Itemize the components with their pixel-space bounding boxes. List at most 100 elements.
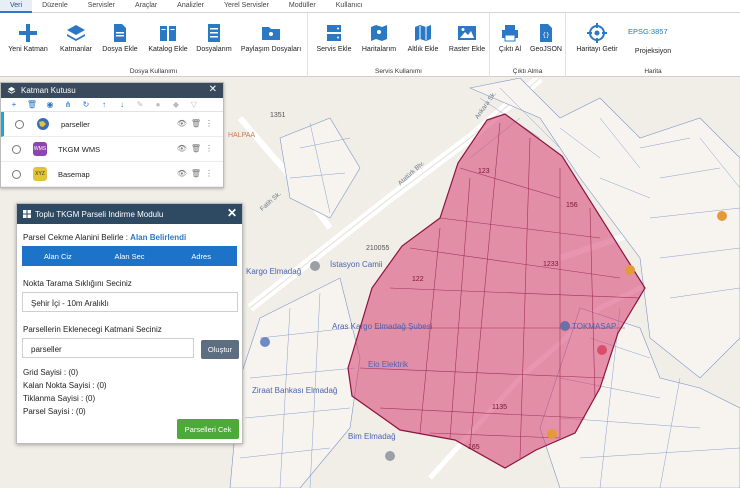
layer-select-radio[interactable] [15,120,24,129]
add-basemap-label: Altlık Ekle [407,46,439,53]
ribbon-toolbar: Yeni Katman Katmanlar Dosya Ekle Katalog… [0,13,740,77]
shared-folder-icon [262,27,280,40]
layer-actions[interactable]: 👁🗑⋮ [177,169,217,178]
tab-duzenle[interactable]: Düzenle [32,0,78,13]
map-label-156: 156 [566,202,578,209]
tab-yerel-servisler[interactable]: Yerel Servisler [214,0,279,13]
wms-icon: WMS [33,142,47,156]
group-harita: Haritayı Getir EPSG:3857 Projeksiyon Har… [566,13,740,77]
server-icon [327,25,341,41]
scan-frequency-select[interactable]: Şehir İçi - 10m Aralıklı [22,292,238,312]
add-layer-icon[interactable]: + [5,100,23,109]
shared-files-button[interactable]: Paylaşım Dosyaları [238,23,304,63]
my-maps-button[interactable]: Haritalarım [358,23,400,63]
map-label-ziraat: Ziraat Bankası Elmadağ [252,386,338,395]
print-label: Çıktı Al [498,46,522,53]
tab-kullanici[interactable]: Kullanıcı [326,0,373,13]
fetch-parcels-button[interactable]: Parselleri Cek [177,419,239,439]
refresh-icon[interactable]: ↻ [77,100,95,109]
print-button[interactable]: Çıktı Al [494,23,526,63]
move-down-icon[interactable]: ↓ [113,100,131,109]
target-layer-select[interactable]: parseller [22,338,194,358]
layer-box-header[interactable]: Katman Kutusu ✕ [1,83,223,98]
geojson-button[interactable]: {} GeoJSON [528,23,564,63]
area-label: Parsel Cekme Alanini Belirle : [23,233,128,242]
map-label-kargo: Kargo Elmadağ [246,267,302,276]
add-file-button[interactable]: Dosya Ekle [98,23,142,63]
add-service-label: Servis Ekle [316,46,352,53]
address-button[interactable]: Adres [165,246,237,266]
poi-orange [625,265,635,275]
move-up-icon[interactable]: ↑ [95,100,113,109]
map-pin-icon [371,25,387,41]
layers-button[interactable]: Katmanlar [54,23,98,63]
new-layer-button[interactable]: Yeni Katman [6,23,50,63]
add-catalog-label: Katalog Ekle [148,46,188,53]
layer-select-radio[interactable] [12,145,21,154]
layer-row-parseller[interactable]: parseller 👁🗑⋮ [1,112,223,137]
add-catalog-button[interactable]: Katalog Ekle [144,23,192,63]
my-files-button[interactable]: Dosyalarım [192,23,236,63]
layer-row-basemap[interactable]: XYZ Basemap 👁🗑⋮ [1,162,223,187]
remaining-points-count: Kalan Nokta Sayisi : (0) [23,381,107,390]
map-label-210055: 210055 [366,245,390,252]
layer-box-title: Katman Kutusu [21,86,76,95]
add-service-button[interactable]: Servis Ekle [314,23,354,63]
edit-icon[interactable]: ✎ [131,100,149,109]
crosshair-icon [587,23,607,43]
fetch-map-label: Haritayı Getir [576,46,618,53]
share-icon[interactable]: ⋔ [59,100,77,109]
projection-label: Projeksiyon [634,48,672,55]
group-dosya-label: Dosya Kullanımı [129,68,178,75]
group-cikti-label: Çıktı Alma [512,68,543,75]
grid-count: Grid Sayisi : (0) [23,368,79,377]
tab-servisler[interactable]: Servisler [78,0,125,13]
my-maps-label: Haritalarım [361,46,397,53]
tab-veri[interactable]: Veri [0,0,33,13]
projection-button[interactable]: Projeksiyon [628,37,678,63]
style-icon[interactable]: ● [149,100,167,109]
area-status-link[interactable]: Alan Belirlendi [130,233,186,242]
layer-actions[interactable]: 👁🗑⋮ [177,144,217,153]
tab-araclar[interactable]: Araçlar [125,0,167,13]
map-label-tokmasap: TOKMASAP [572,322,617,331]
poi-orange-3 [717,211,727,221]
select-area-button[interactable]: Alan Sec [94,246,166,266]
xyz-icon: XYZ [33,167,47,181]
layer-actions[interactable]: 👁🗑⋮ [177,119,217,128]
draw-area-button[interactable]: Alan Ciz [22,246,94,266]
add-raster-button[interactable]: Raster Ekle [446,23,488,63]
layer-row-tkgm-wms[interactable]: WMS TKGM WMS 👁🗑⋮ [1,137,223,162]
area-button-group: Alan Ciz Alan Sec Adres [22,246,237,266]
layer-name: Basemap [58,170,90,179]
layer-box-panel: Katman Kutusu ✕ + 🗑 ◉ ⋔ ↻ ↑ ↓ ✎ ● ◆ ▽ pa… [0,82,224,188]
label-icon[interactable]: ◆ [167,100,185,109]
filter-icon[interactable]: ▽ [185,100,203,109]
add-basemap-button[interactable]: Altlık Ekle [402,23,444,63]
map-label-istasyon: İstasyon Camii [330,260,383,269]
poi-orange-2 [547,429,557,439]
module-header[interactable]: Toplu TKGM Parseli Indirme Modulu ✕ [17,204,242,224]
book-icon [160,26,176,41]
poi-tokmasap [560,321,570,331]
map-icon [415,25,431,41]
visibility-icon[interactable]: ◉ [41,100,59,109]
target-layer-label: Parsellerin Eklenecegi Katmani Seciniz [23,325,162,334]
layer-name: parseller [61,120,90,129]
layer-name: TKGM WMS [58,145,101,154]
close-icon[interactable]: ✕ [209,84,217,95]
create-layer-button[interactable]: Oluştur [201,340,239,359]
add-raster-label: Raster Ekle [448,46,486,53]
module-title: Toplu TKGM Parseli Indirme Modulu [35,210,164,219]
layer-box-toolbar: + 🗑 ◉ ⋔ ↻ ↑ ↓ ✎ ● ◆ ▽ [1,98,223,112]
map-label-123: 123 [478,168,490,175]
fetch-map-button[interactable]: Haritayı Getir [572,23,622,63]
delete-layer-icon[interactable]: 🗑 [23,100,41,109]
poi-mosque [310,261,320,271]
layer-select-radio[interactable] [12,170,21,179]
tab-moduller[interactable]: Modüller [279,0,326,13]
map-label-122: 122 [412,276,424,283]
group-dosya: Yeni Katman Katmanlar Dosya Ekle Katalog… [0,13,308,77]
close-icon[interactable]: ✕ [227,206,237,220]
tab-analizler[interactable]: Analizler [167,0,214,13]
